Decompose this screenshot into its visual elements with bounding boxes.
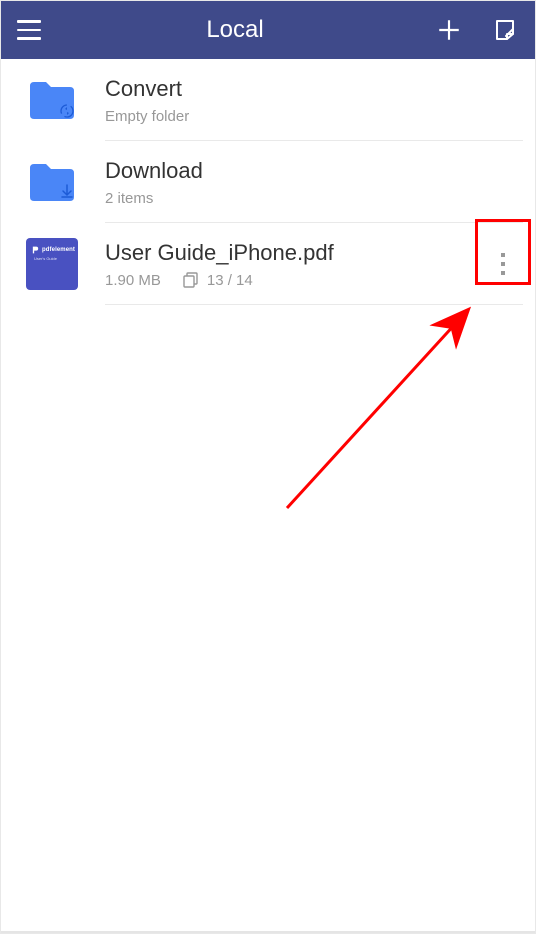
folder-item-download[interactable]: Download 2 items bbox=[1, 141, 535, 223]
item-title: User Guide_iPhone.pdf bbox=[105, 240, 483, 266]
item-subtitle: 2 items bbox=[105, 190, 523, 207]
item-body: Download 2 items bbox=[105, 158, 523, 207]
pages-icon bbox=[183, 272, 199, 288]
item-title: Convert bbox=[105, 76, 523, 102]
bottom-divider bbox=[1, 931, 535, 933]
more-vertical-icon bbox=[501, 253, 505, 275]
app-header: Local bbox=[1, 1, 535, 59]
item-subtitle: Empty folder bbox=[105, 108, 523, 125]
page-count-value: 13 / 14 bbox=[207, 272, 253, 289]
file-size: 1.90 MB bbox=[105, 272, 161, 289]
item-subtitle: 1.90 MB 13 / 14 bbox=[105, 272, 483, 289]
thumb-sub: User's Guide bbox=[34, 256, 57, 261]
page-title: Local bbox=[35, 16, 435, 44]
folder-item-convert[interactable]: Convert Empty folder bbox=[1, 59, 535, 141]
page-count: 13 / 14 bbox=[183, 272, 253, 289]
plus-icon[interactable] bbox=[435, 16, 463, 44]
file-list: Convert Empty folder Download 2 items bbox=[1, 59, 535, 305]
pdf-thumbnail-icon: pdfelement User's Guide bbox=[25, 237, 79, 291]
note-edit-icon[interactable] bbox=[491, 16, 519, 44]
folder-download-icon bbox=[25, 155, 79, 209]
more-options-button[interactable] bbox=[483, 244, 523, 284]
item-body: Convert Empty folder bbox=[105, 76, 523, 125]
item-body: User Guide_iPhone.pdf 1.90 MB 13 / 14 bbox=[105, 240, 483, 289]
thumb-brand: pdfelement bbox=[42, 247, 75, 253]
folder-sync-icon bbox=[25, 73, 79, 127]
item-title: Download bbox=[105, 158, 523, 184]
file-item-userguide[interactable]: pdfelement User's Guide User Guide_iPhon… bbox=[1, 223, 535, 305]
header-actions bbox=[435, 16, 519, 44]
